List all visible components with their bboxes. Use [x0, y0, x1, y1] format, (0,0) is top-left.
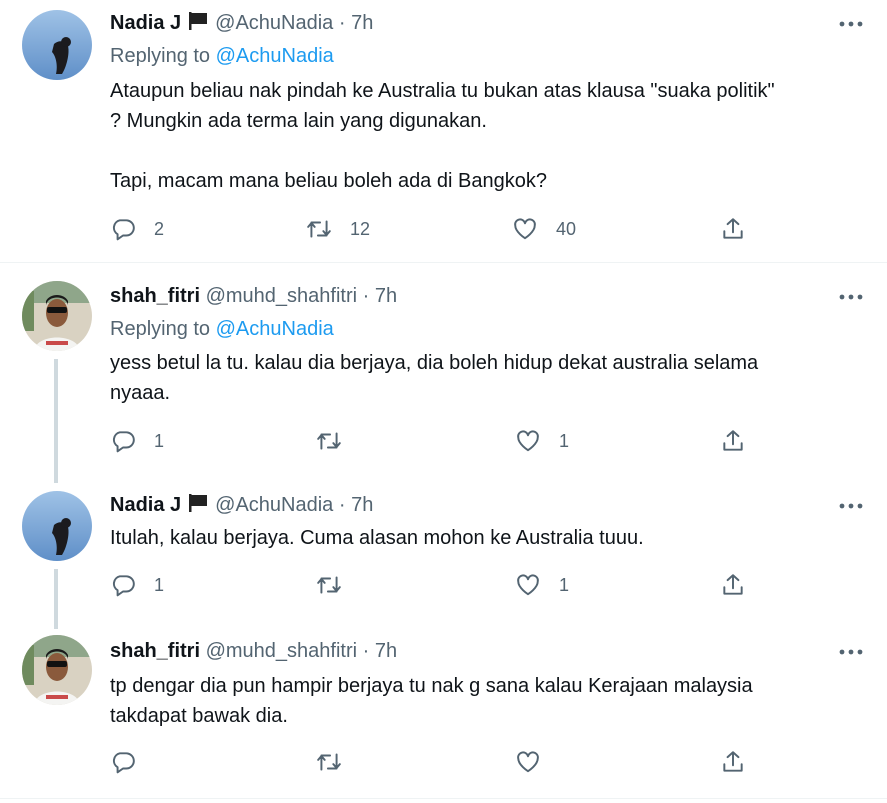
more-icon[interactable]	[837, 14, 865, 34]
thread-line	[54, 569, 58, 629]
tweet-header: Nadia J @AchuNadia · 7h	[110, 11, 373, 37]
tweet-header: shah_fitri @muhd_shahfitri · 7h	[110, 285, 398, 307]
timestamp[interactable]: 7h	[351, 494, 373, 516]
user-handle[interactable]: @AchuNadia	[215, 494, 333, 516]
tweet-actions: 1 1	[110, 426, 770, 456]
share-button[interactable]	[720, 570, 746, 600]
reply-button[interactable]: 1	[110, 570, 164, 600]
replying-to-link[interactable]: @AchuNadia	[216, 45, 334, 67]
more-icon[interactable]	[837, 642, 865, 662]
user-handle[interactable]: @muhd_shahfitri	[206, 285, 357, 307]
tweet-actions: 1 1	[110, 570, 770, 600]
reply-count: 1	[154, 574, 165, 595]
retweet-icon	[317, 432, 341, 450]
reply-icon	[113, 575, 135, 597]
display-name[interactable]: shah_fitri	[110, 640, 200, 662]
like-count: 1	[559, 574, 570, 595]
more-icon[interactable]	[837, 287, 865, 307]
tweet-text: Itulah, kalau berjaya. Cuma alasan mohon…	[110, 527, 644, 549]
share-icon	[723, 430, 743, 451]
share-icon	[723, 751, 743, 772]
avatar-shah-fitri[interactable]	[22, 635, 92, 705]
tweet-actions: 2 12 40	[110, 214, 770, 244]
replying-to: Replying to @AchuNadia	[110, 45, 334, 67]
share-icon	[723, 574, 743, 595]
retweet-icon	[317, 576, 341, 594]
like-icon	[517, 574, 539, 596]
thread-line	[54, 359, 58, 483]
timestamp[interactable]: 7h	[375, 640, 397, 662]
retweet-button[interactable]: 12	[306, 214, 370, 244]
like-button[interactable]: 1	[515, 426, 569, 456]
black-flag-icon	[187, 493, 209, 519]
reply-icon	[113, 219, 135, 241]
retweet-icon	[317, 753, 341, 771]
tweet-actions	[110, 747, 770, 777]
display-name[interactable]: Nadia J	[110, 12, 181, 34]
share-button[interactable]	[720, 214, 746, 244]
avatar-nadia[interactable]	[22, 491, 92, 561]
more-icon[interactable]	[837, 496, 865, 516]
reply-button[interactable]: 2	[110, 214, 164, 244]
tweet-1[interactable]: Nadia J @AchuNadia · 7h Replying to @Achu…	[0, 0, 887, 262]
like-icon	[517, 430, 539, 452]
user-handle[interactable]: @AchuNadia	[215, 12, 333, 34]
replying-to-link[interactable]: @AchuNadia	[216, 318, 334, 340]
like-button[interactable]: 40	[512, 214, 576, 244]
like-button[interactable]	[515, 747, 541, 777]
divider	[0, 798, 887, 799]
tweet-4[interactable]: shah_fitri @muhd_shahfitri · 7h tp denga…	[0, 621, 887, 803]
reply-icon	[113, 752, 135, 774]
like-icon	[514, 218, 536, 240]
display-name[interactable]: shah_fitri	[110, 285, 200, 307]
tweet-text: yess betul la tu. kalau dia berjaya, dia…	[110, 352, 759, 404]
avatar-nadia[interactable]	[22, 10, 92, 80]
reply-count: 1	[154, 430, 165, 451]
reply-button[interactable]: 1	[110, 426, 164, 456]
display-name[interactable]: Nadia J	[110, 494, 181, 516]
tweet-text: Ataupun beliau nak pindah ke Australia t…	[110, 80, 775, 192]
share-button[interactable]	[720, 747, 746, 777]
retweet-button[interactable]	[316, 570, 360, 600]
tweet-2[interactable]: shah_fitri @muhd_shahfitri · 7h Replying…	[0, 263, 887, 483]
black-flag-icon	[187, 11, 209, 37]
like-icon	[517, 751, 539, 773]
share-icon	[723, 218, 743, 239]
user-handle[interactable]: @muhd_shahfitri	[206, 640, 357, 662]
retweet-button[interactable]	[316, 426, 360, 456]
reply-button[interactable]	[110, 747, 136, 777]
tweet-3[interactable]: Nadia J @AchuNadia · 7h Itulah, kalau ber…	[0, 475, 887, 629]
like-count: 1	[559, 430, 570, 451]
tweet-text: tp dengar dia pun hampir berjaya tu nak …	[110, 675, 753, 727]
like-count: 40	[556, 218, 577, 239]
tweet-header: Nadia J @AchuNadia · 7h	[110, 493, 373, 519]
retweet-button[interactable]	[316, 747, 342, 777]
share-button[interactable]	[720, 426, 746, 456]
reply-count: 2	[154, 218, 165, 239]
timestamp[interactable]: 7h	[375, 285, 397, 307]
retweet-count: 12	[350, 218, 371, 239]
reply-icon	[113, 431, 135, 453]
timestamp[interactable]: 7h	[351, 12, 373, 34]
like-button[interactable]: 1	[515, 570, 569, 600]
replying-to: Replying to @AchuNadia	[110, 318, 334, 340]
avatar-shah-fitri[interactable]	[22, 281, 92, 351]
retweet-icon	[307, 220, 331, 238]
tweet-header: shah_fitri @muhd_shahfitri · 7h	[110, 640, 398, 662]
